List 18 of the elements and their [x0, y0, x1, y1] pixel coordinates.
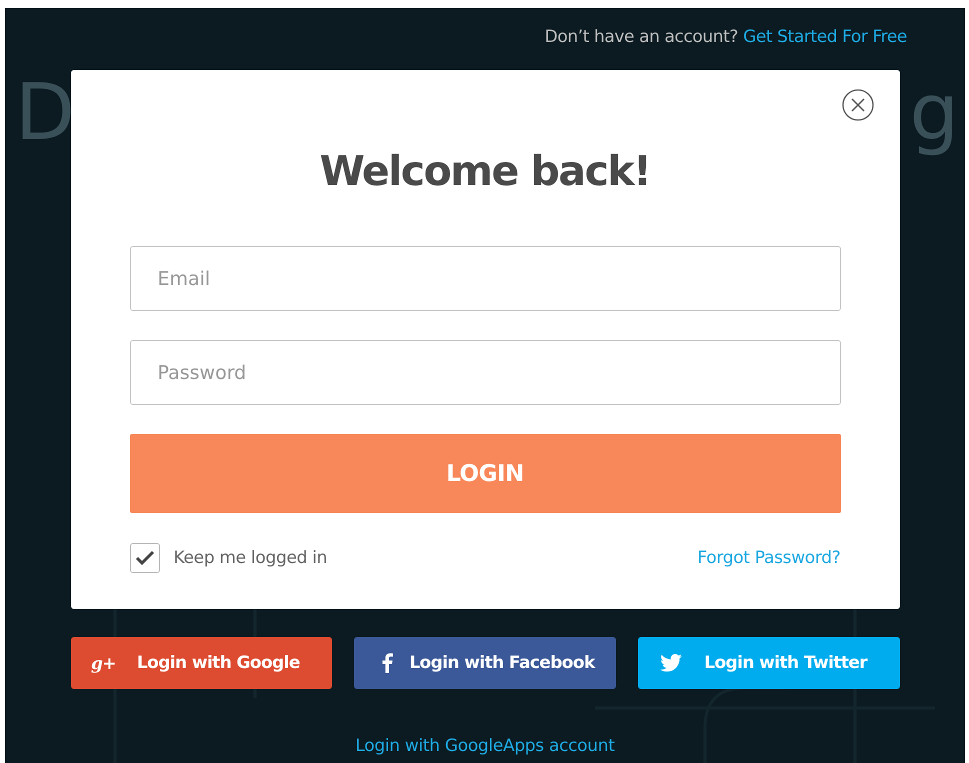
input-field[interactable]: Password [130, 340, 840, 405]
check-icon [134, 550, 154, 566]
bird-icon [660, 654, 682, 672]
signup-prompt: Don’t have an account? [544, 26, 738, 46]
input-field[interactable]: Email [130, 246, 840, 311]
facebook-icon [382, 653, 393, 673]
facebook-login-button[interactable]: Login with Facebook [354, 637, 616, 689]
googleapps-login-link[interactable]: Login with GoogleApps account [355, 736, 615, 756]
close-icon[interactable] [842, 89, 874, 121]
google-plus-icon: g+ [90, 653, 116, 673]
remember-label: Keep me logged in [174, 548, 328, 568]
get-started-link[interactable]: Get Started For Free [743, 26, 907, 46]
forgot-password-link[interactable]: Forgot Password? [697, 548, 840, 568]
google-login-button[interactable]: g+ Login with Google [70, 637, 332, 689]
login-button[interactable]: LOGIN [130, 434, 840, 513]
twitter-login-button[interactable]: Login with Twitter [638, 637, 900, 689]
modal-title: Welcome back! [318, 146, 652, 197]
remember-checkbox[interactable] [130, 543, 160, 573]
